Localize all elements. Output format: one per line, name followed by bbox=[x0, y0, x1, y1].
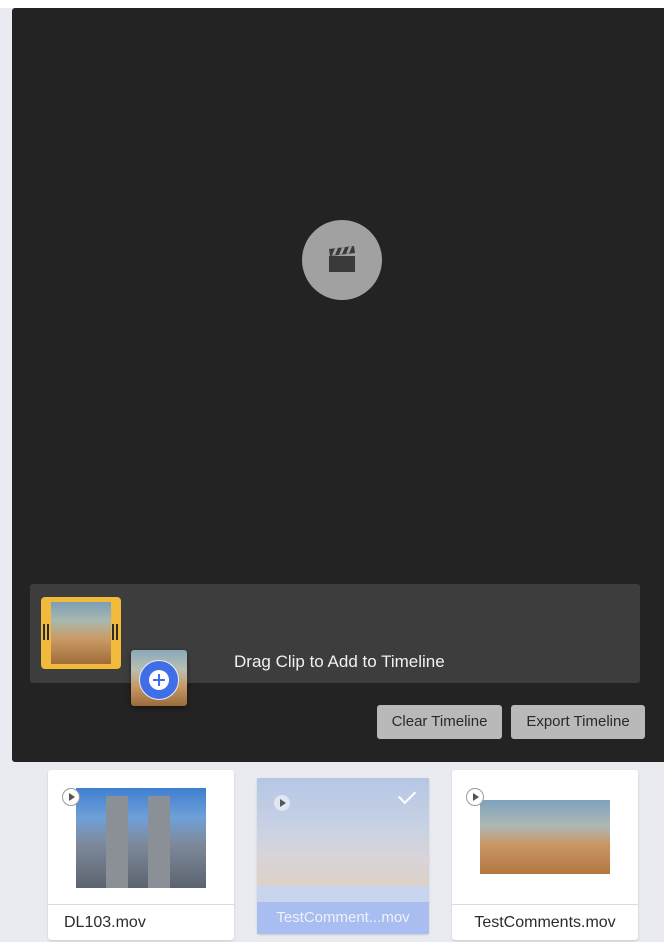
export-timeline-button[interactable]: Export Timeline bbox=[511, 705, 645, 739]
clip-name: TestComments.mov bbox=[452, 904, 638, 940]
clip-thumbnail bbox=[480, 800, 610, 874]
play-icon[interactable] bbox=[466, 788, 484, 806]
dragging-clip[interactable] bbox=[131, 650, 187, 706]
play-icon[interactable] bbox=[62, 788, 80, 806]
play-icon[interactable] bbox=[273, 794, 291, 812]
plus-circle-icon bbox=[139, 660, 179, 700]
trim-handle-right[interactable] bbox=[112, 624, 119, 640]
trim-handle-left[interactable] bbox=[43, 624, 50, 640]
clip-name: DL103.mov bbox=[48, 904, 234, 940]
media-card-selected[interactable]: TestComment...mov bbox=[257, 778, 429, 934]
clip-thumbnail bbox=[76, 788, 206, 888]
clapperboard-button[interactable] bbox=[302, 220, 382, 300]
timeline-clip[interactable] bbox=[41, 597, 121, 669]
video-player[interactable]: Drag Clip to Add to Timeline Clear Timel… bbox=[12, 8, 664, 762]
clip-thumbnail bbox=[51, 602, 111, 664]
drag-hint-text: Drag Clip to Add to Timeline bbox=[234, 652, 445, 671]
top-strip bbox=[0, 0, 664, 8]
clapperboard-icon bbox=[329, 246, 355, 272]
media-card[interactable]: DL103.mov bbox=[48, 770, 234, 940]
media-card[interactable]: TestComments.mov bbox=[452, 770, 638, 940]
clear-timeline-button[interactable]: Clear Timeline bbox=[377, 705, 502, 739]
clip-name: TestComment...mov bbox=[257, 902, 429, 934]
